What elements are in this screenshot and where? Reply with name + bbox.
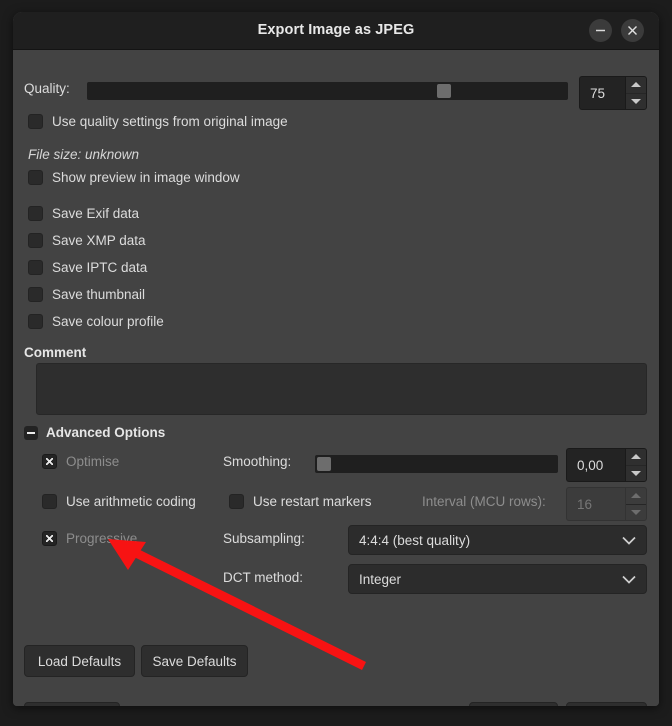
- dialog-body: Quality: 75 Use quality settings from or…: [13, 50, 659, 706]
- optimise-checkbox[interactable]: [42, 454, 57, 469]
- use-quality-from-original-checkbox[interactable]: [28, 114, 43, 129]
- subsampling-value: 4:4:4 (best quality): [359, 532, 471, 548]
- save-xmp-row[interactable]: Save XMP data: [28, 233, 146, 248]
- smoothing-value[interactable]: 0,00: [566, 448, 625, 482]
- smoothing-step-down[interactable]: [626, 466, 646, 482]
- optimise-label: Optimise: [66, 454, 120, 469]
- smoothing-slider-handle[interactable]: [317, 457, 331, 471]
- quality-value[interactable]: 75: [579, 76, 625, 110]
- quality-stepper[interactable]: [625, 76, 647, 110]
- triangle-up-icon: [631, 454, 641, 460]
- save-colour-profile-checkbox[interactable]: [28, 314, 43, 329]
- progressive-label: Progressive: [66, 531, 138, 546]
- dct-method-select[interactable]: Integer: [348, 564, 647, 594]
- restart-markers-checkbox[interactable]: [229, 494, 244, 509]
- arithmetic-coding-row[interactable]: Use arithmetic coding: [42, 494, 196, 509]
- export-jpeg-dialog: Export Image as JPEG Quality: 75 Use qua…: [13, 12, 659, 706]
- save-colour-profile-row[interactable]: Save colour profile: [28, 314, 164, 329]
- interval-step-up[interactable]: [626, 488, 646, 505]
- interval-label-row: Interval (MCU rows):: [422, 494, 546, 509]
- use-quality-from-original-label: Use quality settings from original image: [52, 114, 288, 129]
- quality-row: Quality:: [24, 81, 70, 96]
- titlebar: Export Image as JPEG: [13, 12, 659, 50]
- triangle-down-icon: [631, 98, 641, 104]
- minimize-icon: [596, 29, 605, 32]
- subsampling-label: Subsampling:: [223, 531, 305, 546]
- chevron-down-icon: [622, 572, 636, 587]
- smoothing-spinbutton[interactable]: 0,00: [566, 448, 647, 482]
- quality-step-down[interactable]: [626, 94, 646, 110]
- progressive-checkbox[interactable]: [42, 531, 57, 546]
- save-exif-row[interactable]: Save Exif data: [28, 206, 139, 221]
- save-xmp-checkbox[interactable]: [28, 233, 43, 248]
- cancel-button[interactable]: Cancel: [469, 702, 558, 706]
- quality-spinbutton[interactable]: 75: [579, 76, 647, 110]
- save-defaults-button[interactable]: Save Defaults: [141, 645, 248, 677]
- close-icon: [628, 26, 637, 35]
- use-quality-from-original-row[interactable]: Use quality settings from original image: [28, 114, 288, 129]
- window-title: Export Image as JPEG: [257, 22, 415, 38]
- interval-step-down[interactable]: [626, 505, 646, 521]
- save-thumbnail-row[interactable]: Save thumbnail: [28, 287, 145, 302]
- advanced-options-expander[interactable]: Advanced Options: [24, 425, 165, 440]
- close-button[interactable]: [621, 19, 644, 42]
- arithmetic-coding-checkbox[interactable]: [42, 494, 57, 509]
- smoothing-step-up[interactable]: [626, 449, 646, 466]
- show-preview-label: Show preview in image window: [52, 170, 240, 185]
- chevron-down-icon: [622, 533, 636, 548]
- smoothing-label: Smoothing:: [223, 454, 292, 469]
- save-iptc-label: Save IPTC data: [52, 260, 148, 275]
- save-exif-checkbox[interactable]: [28, 206, 43, 221]
- interval-stepper[interactable]: [625, 487, 647, 521]
- restart-markers-label: Use restart markers: [253, 494, 372, 509]
- save-exif-label: Save Exif data: [52, 206, 140, 221]
- interval-value[interactable]: 16: [566, 487, 625, 521]
- save-xmp-label: Save XMP data: [52, 233, 146, 248]
- triangle-down-icon: [631, 470, 641, 476]
- smoothing-stepper[interactable]: [625, 448, 647, 482]
- triangle-up-icon: [631, 82, 641, 88]
- smoothing-label-row: Smoothing:: [223, 454, 291, 469]
- interval-spinbutton[interactable]: 16: [566, 487, 647, 521]
- arithmetic-coding-label: Use arithmetic coding: [66, 494, 196, 509]
- quality-slider[interactable]: [87, 82, 568, 100]
- subsampling-select[interactable]: 4:4:4 (best quality): [348, 525, 647, 555]
- save-thumbnail-checkbox[interactable]: [28, 287, 43, 302]
- comment-textarea[interactable]: [36, 363, 647, 415]
- export-button[interactable]: Export: [566, 702, 647, 706]
- progressive-row[interactable]: Progressive: [42, 531, 137, 546]
- comment-heading: Comment: [24, 345, 86, 360]
- triangle-down-icon: [631, 509, 641, 515]
- triangle-up-icon: [631, 493, 641, 499]
- show-preview-row[interactable]: Show preview in image window: [28, 170, 240, 185]
- minimize-button[interactable]: [589, 19, 612, 42]
- dct-method-label: DCT method:: [223, 570, 304, 585]
- save-colour-profile-label: Save colour profile: [52, 314, 164, 329]
- optimise-row[interactable]: Optimise: [42, 454, 119, 469]
- interval-label: Interval (MCU rows):: [422, 494, 546, 509]
- load-defaults-button[interactable]: Load Defaults: [24, 645, 135, 677]
- restart-markers-row[interactable]: Use restart markers: [229, 494, 372, 509]
- save-iptc-row[interactable]: Save IPTC data: [28, 260, 147, 275]
- expander-collapse-icon[interactable]: [24, 425, 38, 440]
- dct-method-value: Integer: [359, 571, 402, 587]
- quality-step-up[interactable]: [626, 77, 646, 94]
- comment-label: Comment: [24, 345, 87, 360]
- show-preview-checkbox[interactable]: [28, 170, 43, 185]
- subsampling-label-row: Subsampling:: [223, 531, 305, 546]
- file-size-text: File size: unknown: [28, 147, 140, 162]
- screen: Export Image as JPEG Quality: 75 Use qua…: [0, 0, 672, 726]
- dct-method-label-row: DCT method:: [223, 570, 303, 585]
- quality-label: Quality:: [24, 81, 70, 96]
- file-size-row: File size: unknown: [28, 147, 139, 162]
- quality-slider-handle[interactable]: [437, 84, 452, 98]
- save-iptc-checkbox[interactable]: [28, 260, 43, 275]
- save-thumbnail-label: Save thumbnail: [52, 287, 146, 302]
- help-button[interactable]: Help: [24, 702, 120, 706]
- advanced-options-label: Advanced Options: [46, 425, 166, 440]
- smoothing-slider[interactable]: [315, 455, 558, 473]
